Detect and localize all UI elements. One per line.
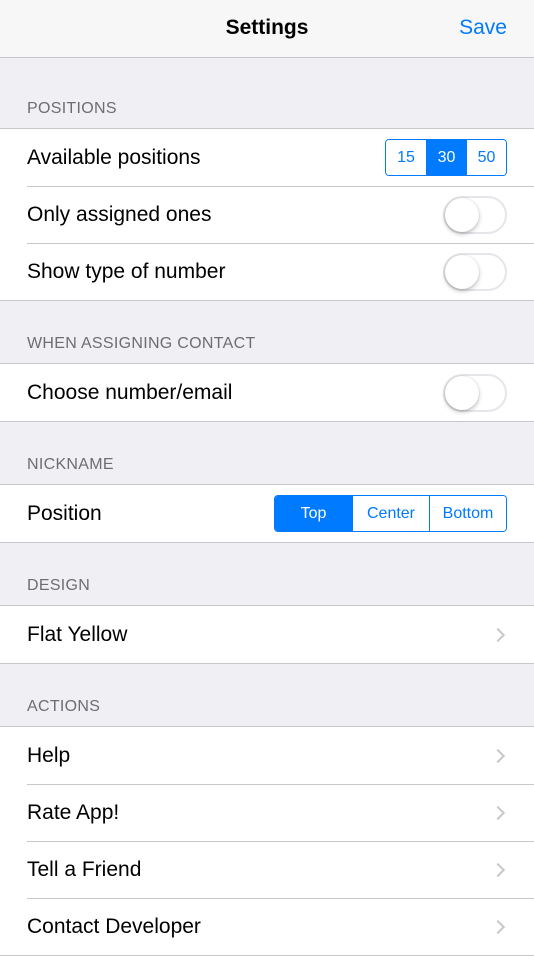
save-button[interactable]: Save: [459, 16, 507, 40]
row-label: Position: [27, 501, 102, 525]
row-choose-number: Choose number/email: [0, 364, 534, 421]
section-header-positions: POSITIONS: [0, 58, 534, 128]
row-only-assigned: Only assigned ones: [0, 186, 534, 243]
chevron-right-icon: [490, 748, 506, 763]
group-positions: Available positions 15 30 50 Only assign…: [0, 128, 534, 301]
segment-bottom[interactable]: Bottom: [429, 496, 506, 531]
chevron-right-icon: [490, 805, 506, 820]
segment-15[interactable]: 15: [386, 140, 426, 175]
row-help[interactable]: Help: [0, 727, 534, 784]
row-show-type: Show type of number: [0, 243, 534, 300]
group-assigning: Choose number/email: [0, 363, 534, 422]
toggle-knob: [445, 197, 479, 232]
row-label: Tell a Friend: [27, 857, 142, 881]
chevron-right-icon: [490, 627, 506, 642]
show-type-toggle[interactable]: [443, 252, 507, 291]
settings-content: POSITIONS Available positions 15 30 50 O…: [0, 58, 534, 956]
chevron-right-icon: [490, 862, 506, 877]
only-assigned-toggle[interactable]: [443, 195, 507, 234]
row-label: Help: [27, 743, 71, 767]
row-label: Contact Developer: [27, 914, 201, 938]
row-design-theme[interactable]: Flat Yellow: [0, 606, 534, 663]
page-title: Settings: [225, 16, 309, 39]
group-actions: Help Rate App! Tell a Friend Contact Dev…: [0, 726, 534, 956]
row-contact-developer[interactable]: Contact Developer: [0, 898, 534, 955]
nickname-position-segmented-control: Top Center Bottom: [274, 495, 507, 532]
navigation-bar: Settings Save: [0, 0, 534, 58]
section-header-design: DESIGN: [0, 543, 534, 605]
group-nickname: Position Top Center Bottom: [0, 484, 534, 543]
row-rate-app[interactable]: Rate App!: [0, 784, 534, 841]
row-label: Flat Yellow: [27, 622, 128, 646]
row-label: Available positions: [27, 145, 201, 169]
segment-50[interactable]: 50: [466, 140, 506, 175]
row-available-positions: Available positions 15 30 50: [0, 129, 534, 186]
row-label: Rate App!: [27, 800, 120, 824]
row-tell-a-friend[interactable]: Tell a Friend: [0, 841, 534, 898]
section-header-nickname: NICKNAME: [0, 422, 534, 484]
section-header-label: DESIGN: [27, 577, 91, 594]
section-header-label: NICKNAME: [27, 456, 114, 473]
section-header-label: WHEN ASSIGNING CONTACT: [27, 335, 256, 352]
section-header-actions: ACTIONS: [0, 664, 534, 726]
choose-number-toggle[interactable]: [443, 373, 507, 412]
chevron-right-icon: [490, 919, 506, 934]
section-header-assigning: WHEN ASSIGNING CONTACT: [0, 301, 534, 363]
row-nickname-position: Position Top Center Bottom: [0, 485, 534, 542]
section-header-label: ACTIONS: [27, 698, 101, 715]
section-header-label: POSITIONS: [27, 100, 117, 117]
row-label: Choose number/email: [27, 380, 233, 404]
toggle-knob: [445, 254, 479, 289]
segment-30[interactable]: 30: [426, 140, 466, 175]
segment-center[interactable]: Center: [352, 496, 429, 531]
row-label: Show type of number: [27, 259, 226, 283]
toggle-knob: [445, 375, 479, 410]
row-label: Only assigned ones: [27, 202, 212, 226]
group-design: Flat Yellow: [0, 605, 534, 664]
available-positions-segmented-control: 15 30 50: [385, 139, 507, 176]
segment-top[interactable]: Top: [275, 496, 352, 531]
